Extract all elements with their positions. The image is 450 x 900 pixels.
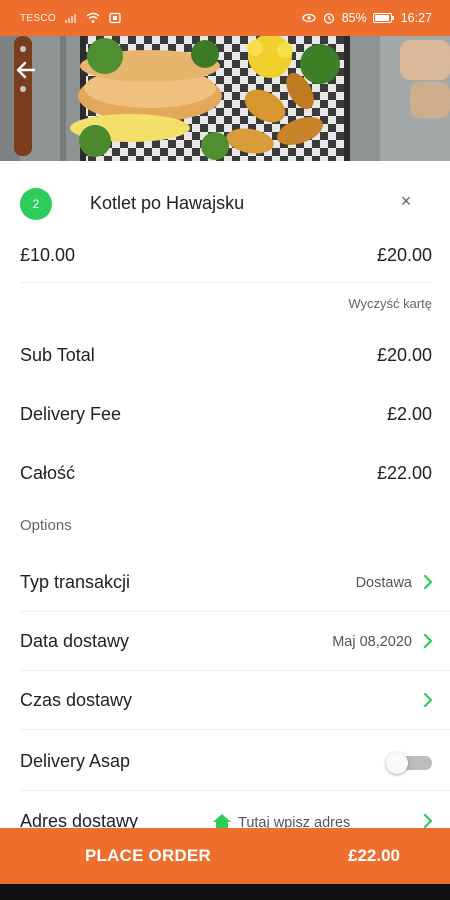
delivery-address-label: Adres dostawy <box>20 811 139 828</box>
delivery-date-value: Maj 08,2020 <box>332 634 412 650</box>
nfc-icon <box>109 12 121 24</box>
quantity-badge[interactable]: 2 <box>20 188 52 220</box>
total-row: Całość £22.00 <box>0 459 450 489</box>
battery-icon <box>372 13 394 23</box>
divider <box>20 790 450 791</box>
hero-image <box>0 36 450 161</box>
alarm-icon <box>323 13 334 24</box>
total-label: Całość <box>20 463 76 483</box>
place-order-button[interactable]: PLACE ORDER £22.00 <box>0 828 450 884</box>
eye-comfort-icon <box>302 13 316 23</box>
subtotal-label: Sub Total <box>20 345 95 365</box>
delivery-address-row[interactable]: Adres dostawy Tutaj wpisz adres <box>0 793 450 828</box>
delivery-asap-label: Delivery Asap <box>20 751 131 771</box>
status-bar: TESCO 85% 16:27 <box>0 0 450 36</box>
subtotal-value: £20.00 <box>376 345 432 365</box>
battery-percent: 85% <box>341 11 367 25</box>
food-photo <box>0 36 450 161</box>
clock: 16:27 <box>400 11 432 25</box>
transaction-type-value: Dostawa <box>355 575 412 591</box>
cart-content: 2 Kotlet po Hawajsku × £10.00 £20.00 Wyc… <box>0 161 450 828</box>
chevron-right-icon <box>423 574 433 590</box>
delivery-address-placeholder: Tutaj wpisz adres <box>238 815 351 828</box>
delivery-fee-label: Delivery Fee <box>20 404 122 424</box>
home-icon <box>213 814 231 828</box>
delivery-date-row[interactable]: Data dostawy Maj 08,2020 <box>0 613 450 671</box>
system-navigation-bar <box>0 884 450 900</box>
delivery-fee-value: £2.00 <box>386 404 432 424</box>
close-icon: × <box>400 191 412 211</box>
divider <box>20 670 450 671</box>
remove-item-button[interactable]: × <box>396 191 416 211</box>
delivery-asap-row: Delivery Asap <box>0 733 450 791</box>
delivery-time-row[interactable]: Czas dostawy <box>0 672 450 730</box>
transaction-type-row[interactable]: Typ transakcji Dostawa <box>0 554 450 612</box>
total-value: £22.00 <box>376 463 432 483</box>
delivery-time-label: Czas dostawy <box>20 690 133 710</box>
options-heading: Options <box>20 517 72 534</box>
status-left: TESCO <box>20 12 122 24</box>
chevron-right-icon <box>423 633 433 649</box>
arrow-left-icon <box>16 61 36 79</box>
carrier-name: TESCO <box>20 12 56 24</box>
chevron-right-icon <box>423 813 433 828</box>
chevron-right-icon <box>423 692 433 708</box>
toggle-knob <box>386 752 408 774</box>
cart-item: 2 Kotlet po Hawajsku × <box>0 179 450 223</box>
unit-price: £10.00 <box>20 245 76 265</box>
place-order-total: £22.00 <box>348 846 400 865</box>
line-total: £20.00 <box>376 245 432 265</box>
subtotal-row: Sub Total £20.00 <box>0 341 450 371</box>
divider <box>20 729 450 730</box>
item-name: Kotlet po Hawajsku <box>90 193 245 213</box>
status-right: 85% 16:27 <box>302 11 432 25</box>
signal-icon <box>64 14 76 23</box>
place-order-label: PLACE ORDER <box>85 846 211 865</box>
delivery-date-label: Data dostawy <box>20 631 130 651</box>
delivery-asap-toggle[interactable] <box>386 752 432 774</box>
transaction-type-label: Typ transakcji <box>20 572 131 592</box>
item-price-row: £10.00 £20.00 <box>0 241 450 277</box>
delivery-fee-row: Delivery Fee £2.00 <box>0 400 450 430</box>
clear-cart-link[interactable]: Wyczyść kartę <box>348 296 432 311</box>
wifi-icon <box>86 12 100 23</box>
divider <box>20 282 432 283</box>
back-button[interactable] <box>14 58 50 94</box>
divider <box>20 611 450 612</box>
